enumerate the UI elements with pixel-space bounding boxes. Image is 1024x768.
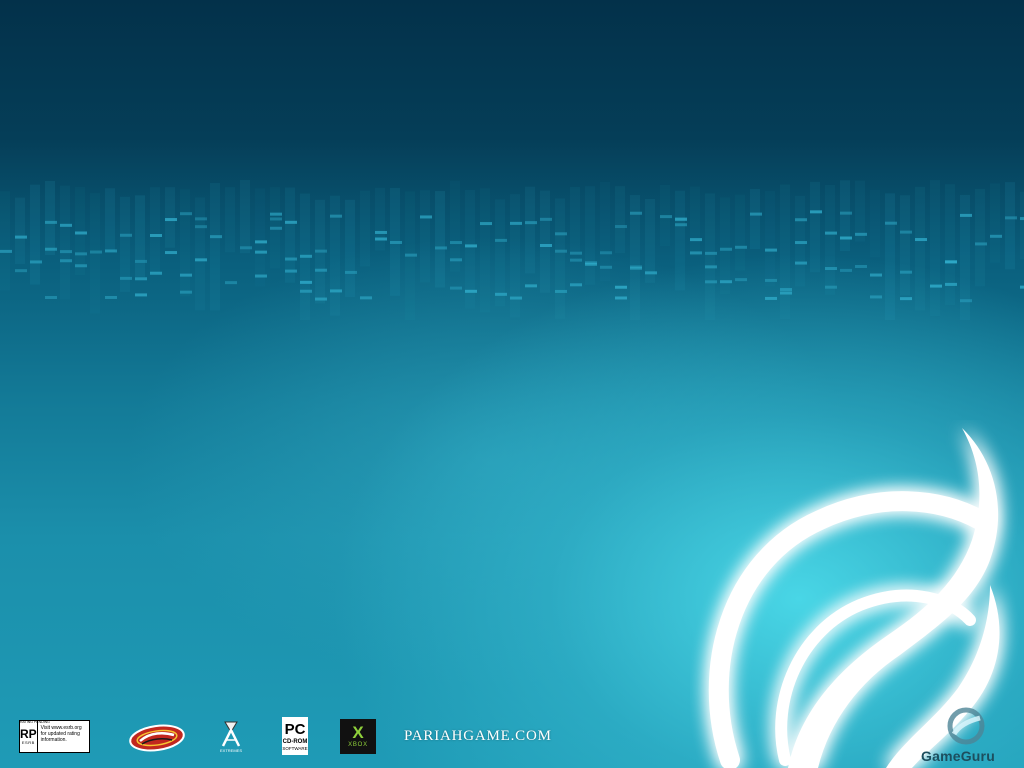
rating-pending-label: RATING PENDING <box>20 720 50 724</box>
rating-code-box: RP ESRB <box>20 721 38 752</box>
rating-info-text: Visit www.esrb.org for updated rating in… <box>40 725 82 743</box>
pc-logo-line2: SOFTWARE <box>282 746 307 751</box>
pc-cdrom-logo: PC CD-ROM SOFTWARE <box>282 717 308 755</box>
esrb-rating-badge: RATING PENDING RP ESRB Visit www.esrb.or… <box>19 720 90 753</box>
gameguru-logo-icon <box>947 707 985 745</box>
xbox-label: XBOX <box>348 742 368 748</box>
digital-extremes-caption: EXTREMES <box>220 748 242 753</box>
gameguru-watermark-text: GameGuru <box>921 748 995 764</box>
xbox-x-mark: X <box>352 723 364 742</box>
equalizer-bars-decoration <box>0 180 1024 320</box>
digital-extremes-logo: EXTREMES <box>220 721 242 753</box>
pc-logo-title: PC <box>285 721 306 738</box>
rating-code: RP <box>20 727 37 741</box>
pc-logo-line1: CD-ROM <box>283 739 308 745</box>
xbox-logo: X XBOX <box>340 719 376 754</box>
groove-games-logo <box>128 722 186 754</box>
website-url: PARIAHGAME.COM <box>404 728 552 744</box>
esrb-mark: ESRB <box>21 740 35 745</box>
